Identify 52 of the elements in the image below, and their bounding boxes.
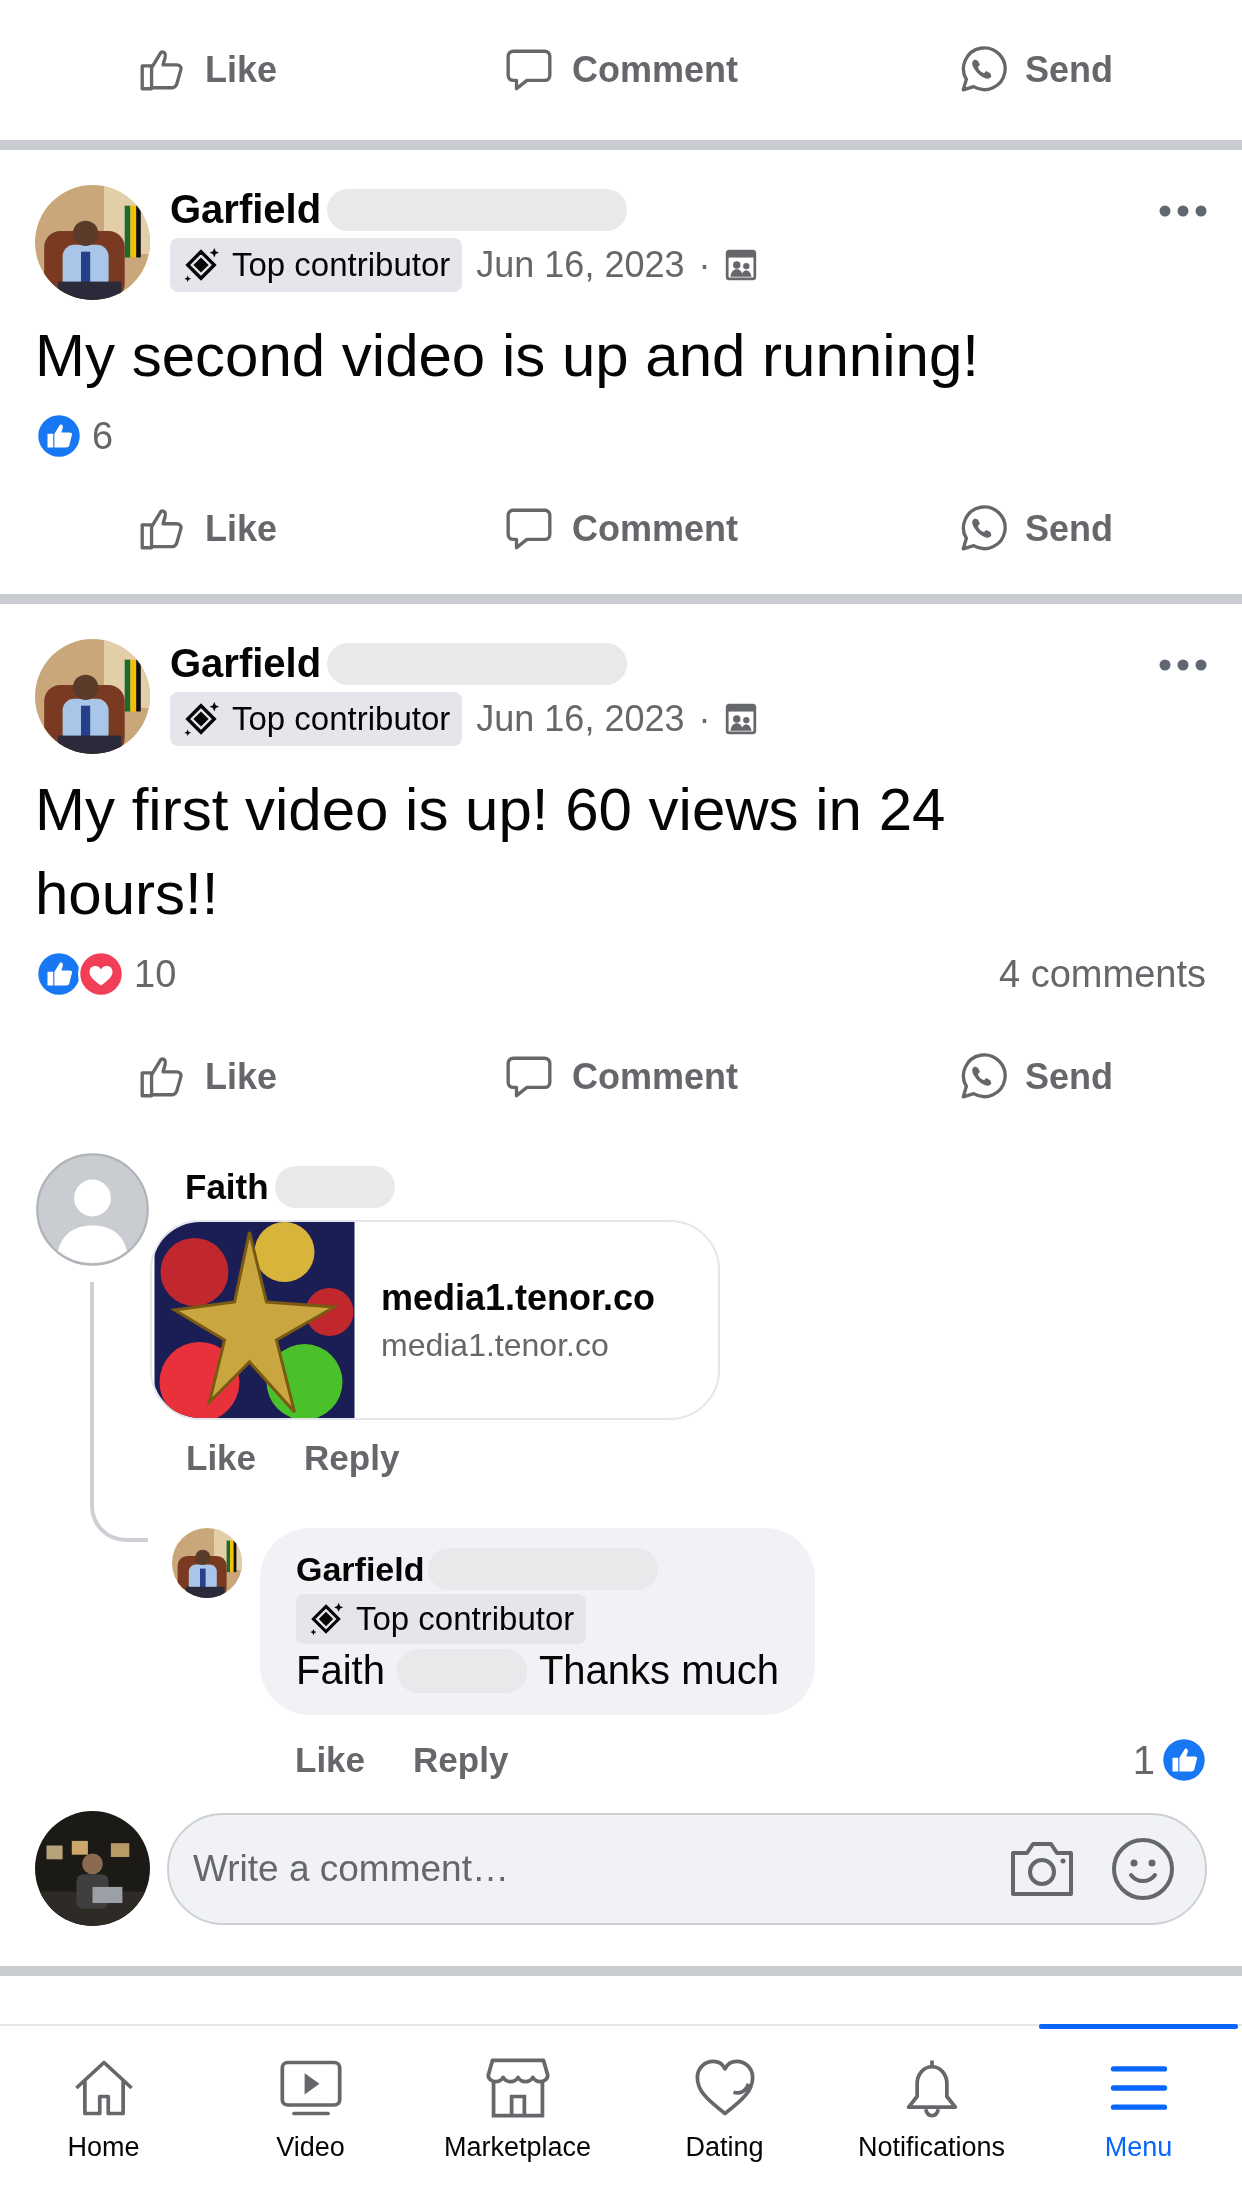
comment-field[interactable]: Write a comment… <box>167 1812 1207 1925</box>
action-button[interactable]: Send <box>828 35 1242 105</box>
contributor-badge: Top contributor <box>170 238 463 292</box>
comment-text: Thanks much <box>538 1648 780 1693</box>
author-name[interactable]: Garfield <box>170 187 322 232</box>
commenter-name[interactable]: Faith <box>185 1167 269 1207</box>
action-button[interactable]: Comment <box>414 494 828 564</box>
action-button[interactable]: Like <box>0 1042 414 1112</box>
nav-tab[interactable]: Video <box>207 2026 414 2208</box>
commenter-name[interactable]: Garfield <box>296 1549 425 1589</box>
comment-action-link[interactable]: Reply <box>304 1438 400 1478</box>
contributor-badge: Top contributor <box>170 692 463 746</box>
comment-text: Faith <box>296 1648 385 1693</box>
sparkle-diamond-icon <box>182 246 220 284</box>
link-title: media1.tenor.co <box>381 1276 656 1319</box>
nav-tab[interactable]: Marketplace <box>414 2026 621 2208</box>
sparkle-diamond-icon <box>308 1601 344 1637</box>
post-text: My first video is up! 60 views in 24 hours!! <box>34 775 947 929</box>
sparkle-diamond-icon <box>182 700 220 738</box>
comment-action-link[interactable]: Reply <box>413 1740 509 1780</box>
like-reaction-icon <box>1161 1737 1207 1783</box>
action-button[interactable]: Comment <box>414 1042 828 1112</box>
like-count: 1 <box>1132 1737 1155 1783</box>
action-button[interactable]: Like <box>0 35 414 105</box>
action-button[interactable]: Send <box>828 1042 1242 1112</box>
dot-separator: · <box>698 244 711 286</box>
action-button[interactable]: Comment <box>414 35 828 105</box>
nav-tab[interactable]: Home <box>0 2026 207 2208</box>
post-text: My second video is up and running! <box>34 321 980 391</box>
nav-tab[interactable]: Menu <box>1035 2026 1242 2208</box>
more-options-icon[interactable] <box>1159 205 1207 217</box>
link-domain: media1.tenor.co <box>381 1326 610 1364</box>
people-frame-icon <box>724 248 759 282</box>
author-name[interactable]: Garfield <box>170 641 322 686</box>
nav-tab[interactable]: Dating <box>621 2026 828 2208</box>
reaction-count[interactable]: 10 <box>134 952 177 996</box>
nav-tab[interactable]: Notifications <box>828 2026 1035 2208</box>
contributor-badge: Top contributor <box>296 1594 587 1644</box>
people-frame-icon <box>724 702 759 736</box>
comment-input[interactable]: Write a comment… <box>191 1846 973 1891</box>
reaction-count[interactable]: 6 <box>92 414 114 458</box>
dot-separator: · <box>698 698 711 740</box>
comment-action-link[interactable]: Like <box>295 1740 366 1780</box>
action-button[interactable]: Send <box>828 494 1242 564</box>
smiley-icon[interactable] <box>1111 1836 1175 1901</box>
comment-action-link[interactable]: Like <box>186 1438 257 1478</box>
post-date[interactable]: Jun 16, 2023 <box>476 244 685 286</box>
action-button[interactable]: Like <box>0 494 414 564</box>
comment-count[interactable]: 4 comments <box>999 952 1206 996</box>
more-options-icon[interactable] <box>1159 659 1207 671</box>
link-preview-card[interactable]: media1.tenor.co media1.tenor.co <box>150 1220 720 1420</box>
post-date[interactable]: Jun 16, 2023 <box>476 698 685 740</box>
